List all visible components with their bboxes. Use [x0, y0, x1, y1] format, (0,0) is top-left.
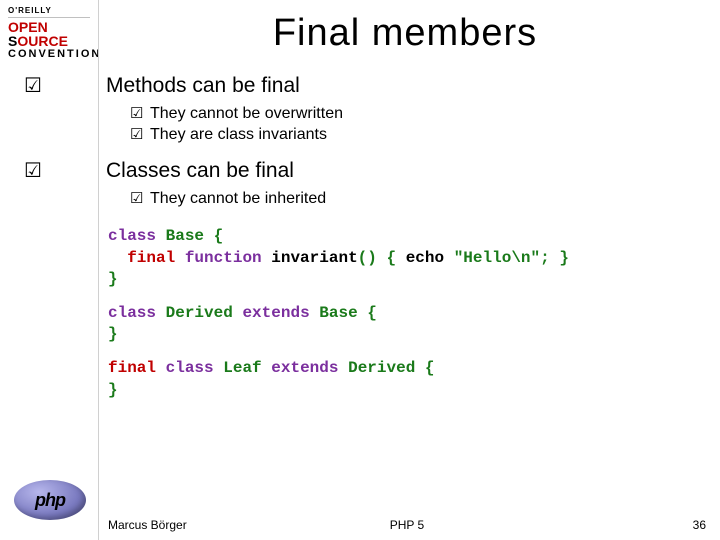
check-icon: ☑	[130, 125, 150, 143]
brace: {	[214, 227, 224, 245]
subpoint-2-1: ☑ They cannot be inherited	[130, 189, 702, 208]
point-1: ☑ Methods can be final	[24, 73, 702, 98]
class-name: Base	[166, 227, 204, 245]
code-block-2: class Derived extends Base { }	[108, 303, 702, 346]
brace: }	[108, 270, 118, 288]
slide-content: Final members ☑ Methods can be final ☑ T…	[98, 0, 720, 540]
oreilly-open-source: OPEN SOURCE	[8, 20, 90, 48]
fn-name: invariant	[271, 249, 357, 267]
php-logo: php	[14, 480, 86, 520]
oreilly-logo: O'REILLY OPEN SOURCE CONVENTION	[8, 6, 90, 60]
kw-function: function	[185, 249, 262, 267]
footer: Marcus Börger PHP 5 36	[108, 518, 706, 532]
point-2-text: Classes can be final	[106, 159, 294, 183]
code-line: }	[108, 269, 702, 291]
check-icon: ☑	[24, 158, 46, 183]
kw-extends: extends	[242, 304, 309, 322]
oreilly-ource: OURCE	[17, 33, 68, 49]
point-block-2: ☑ Classes can be final ☑ They cannot be …	[108, 158, 702, 208]
code-block-3: final class Leaf extends Derived { }	[108, 358, 702, 401]
class-name: Derived	[348, 359, 415, 377]
point-1-text: Methods can be final	[106, 74, 300, 98]
brace: }	[108, 325, 118, 343]
subpoint-1-2: ☑ They are class invariants	[130, 125, 702, 144]
class-name: Leaf	[223, 359, 261, 377]
subpoint-1-1-text: They cannot be overwritten	[150, 105, 343, 123]
code-line: final class Leaf extends Derived {	[108, 358, 702, 380]
class-name: Base	[319, 304, 357, 322]
check-icon: ☑	[130, 104, 150, 122]
string-lit: "Hello\n"	[454, 249, 540, 267]
check-icon: ☑	[24, 73, 46, 98]
kw-class: class	[108, 227, 156, 245]
footer-center: PHP 5	[108, 518, 706, 532]
subpoint-2-1-text: They cannot be inherited	[150, 190, 326, 208]
code-line: final function invariant() { echo "Hello…	[108, 248, 702, 270]
kw-final: final	[108, 359, 156, 377]
kw-class: class	[166, 359, 214, 377]
check-icon: ☑	[130, 189, 150, 207]
kw-final: final	[127, 249, 175, 267]
point-block-1: ☑ Methods can be final ☑ They cannot be …	[108, 73, 702, 144]
brace: {	[367, 304, 377, 322]
oreilly-convention: CONVENTION	[8, 48, 90, 60]
code-line: }	[108, 380, 702, 402]
slide-title: Final members	[108, 0, 702, 73]
code-block-1: class Base { final function invariant() …	[108, 226, 702, 291]
logo-rule	[8, 17, 90, 18]
kw-class: class	[108, 304, 156, 322]
brace: {	[425, 359, 435, 377]
oreilly-top: O'REILLY	[8, 6, 90, 15]
php-logo-text: php	[35, 490, 65, 511]
kw-echo: echo	[406, 249, 444, 267]
punct: ; }	[540, 249, 569, 267]
kw-extends: extends	[271, 359, 338, 377]
parens: () {	[358, 249, 396, 267]
code-line: class Derived extends Base {	[108, 303, 702, 325]
code-line: }	[108, 324, 702, 346]
point-2: ☑ Classes can be final	[24, 158, 702, 183]
brace: }	[108, 381, 118, 399]
subpoint-1-1: ☑ They cannot be overwritten	[130, 104, 702, 123]
class-name: Derived	[166, 304, 233, 322]
subpoint-1-2-text: They are class invariants	[150, 126, 327, 144]
code-line: class Base {	[108, 226, 702, 248]
code-area: class Base { final function invariant() …	[108, 226, 702, 401]
oreilly-s: S	[8, 33, 17, 49]
